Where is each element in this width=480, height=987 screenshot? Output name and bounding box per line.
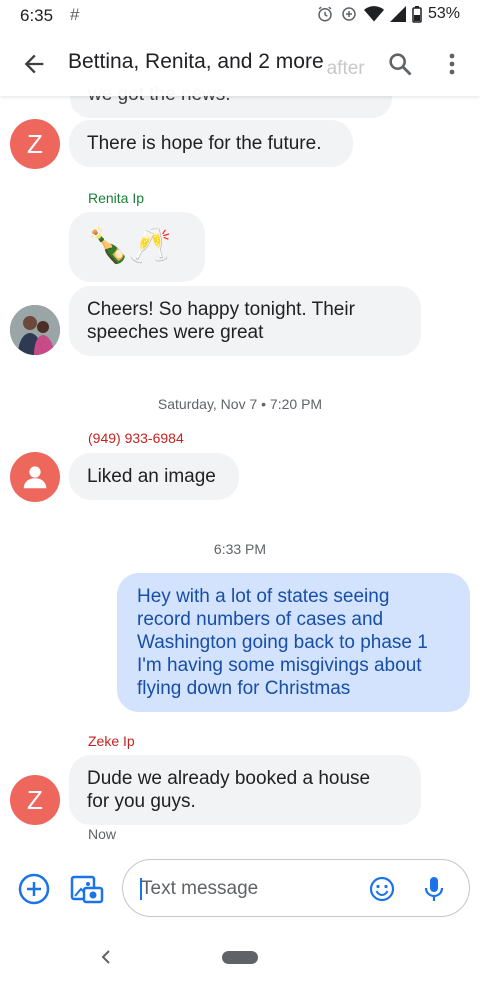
system-back-icon[interactable] [98, 946, 114, 968]
sender-name: Renita Ip [88, 190, 145, 206]
alarm-icon [318, 6, 332, 22]
microphone-icon[interactable] [423, 875, 445, 903]
app-bar: Bettina, Renita, and 2 more after Bettin… [0, 32, 480, 96]
data-saver-icon [342, 7, 356, 21]
outgoing-message-bubble[interactable]: Hey with a lot of states seeing record n… [117, 573, 470, 712]
slack-notification-icon: # [70, 5, 80, 24]
emoji-icon[interactable] [369, 876, 395, 902]
status-time: 6:35 [20, 6, 54, 25]
conversation-title[interactable]: Bettina, Renita, and 2 more [68, 50, 324, 74]
champagne-emoji: 🍾🥂 [87, 227, 172, 265]
message-text-line: Washington going back to phase 1 [137, 632, 428, 653]
gallery-icon[interactable] [70, 872, 104, 906]
wifi-icon [363, 6, 384, 22]
avatar-letter: Z [27, 128, 43, 159]
message-text-line: for you guys. [87, 791, 196, 812]
profile-photo-avatar[interactable] [10, 305, 60, 355]
more-options-icon[interactable] [440, 50, 464, 78]
status-icons: 53% [316, 5, 460, 23]
search-icon[interactable] [386, 50, 414, 78]
sender-name: Zeke Ip [88, 733, 135, 749]
avatar-generic[interactable] [10, 452, 60, 502]
emoji-message-bubble[interactable]: 🍾🥂 [69, 212, 205, 282]
message-text-line: Hey with a lot of states seeing [137, 586, 390, 607]
sender-phone: (949) 933-6984 [88, 430, 184, 446]
message-bubble[interactable]: Cheers! So happy tonight. Their speeches… [69, 286, 421, 356]
system-home-pill[interactable] [222, 951, 258, 964]
message-text-line: flying down for Christmas [137, 678, 351, 699]
status-bar: 6:35 # 53% [0, 0, 480, 32]
message-text-line: Dude we already booked a house [87, 768, 371, 789]
time-divider: 6:33 PM [213, 541, 267, 557]
avatar-letter: Z [27, 784, 43, 815]
message-text-line: I'm having some misgivings about [137, 655, 422, 676]
message-timestamp: Now [88, 826, 117, 842]
avatar[interactable]: Z [10, 119, 60, 169]
battery-percent: 53% [427, 5, 460, 22]
compose-box[interactable] [122, 859, 470, 917]
message-input[interactable] [141, 874, 361, 904]
add-attachment-icon[interactable] [18, 873, 50, 905]
person-icon [23, 466, 47, 489]
message-bubble[interactable]: Dude we already booked a house for you g… [69, 755, 421, 825]
back-arrow-icon[interactable] [20, 50, 48, 78]
person-photo-icon [10, 305, 60, 355]
signal-icon [389, 6, 406, 22]
message-text-line: Cheers! So happy tonight. Their [87, 299, 355, 320]
message-text: Liked an image [87, 466, 216, 487]
avatar[interactable]: Z [10, 775, 60, 825]
message-text-line: speeches were great [87, 322, 264, 343]
date-divider: Saturday, Nov 7 • 7:20 PM [157, 396, 323, 412]
message-text-line: record numbers of cases and [137, 609, 384, 630]
message-bubble[interactable]: Liked an image [69, 453, 239, 500]
message-bubble[interactable]: There is hope for the future. [69, 120, 353, 167]
battery-icon [412, 5, 422, 23]
message-text: There is hope for the future. [87, 133, 322, 154]
